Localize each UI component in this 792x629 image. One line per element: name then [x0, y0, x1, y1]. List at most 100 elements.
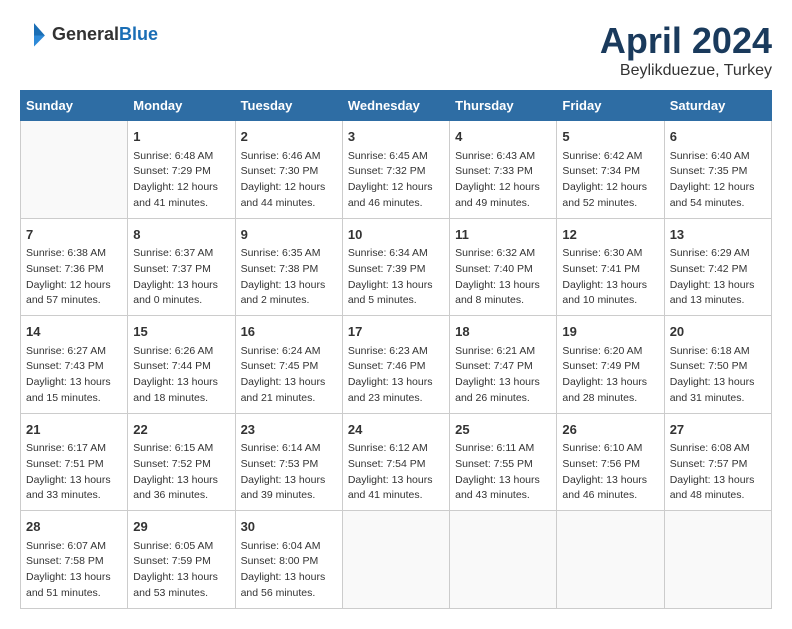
day-number: 10: [348, 225, 444, 245]
calendar-cell: 28Sunrise: 6:07 AM Sunset: 7:58 PM Dayli…: [21, 511, 128, 609]
calendar-cell: [450, 511, 557, 609]
calendar-cell: 10Sunrise: 6:34 AM Sunset: 7:39 PM Dayli…: [342, 218, 449, 316]
day-number: 4: [455, 127, 551, 147]
day-info: Sunrise: 6:04 AM Sunset: 8:00 PM Dayligh…: [241, 539, 337, 602]
calendar-cell: 12Sunrise: 6:30 AM Sunset: 7:41 PM Dayli…: [557, 218, 664, 316]
day-number: 8: [133, 225, 229, 245]
day-number: 13: [670, 225, 766, 245]
header-row: SundayMondayTuesdayWednesdayThursdayFrid…: [21, 91, 772, 121]
calendar-cell: 3Sunrise: 6:45 AM Sunset: 7:32 PM Daylig…: [342, 121, 449, 219]
day-number: 3: [348, 127, 444, 147]
day-number: 18: [455, 322, 551, 342]
calendar-header: SundayMondayTuesdayWednesdayThursdayFrid…: [21, 91, 772, 121]
day-info: Sunrise: 6:38 AM Sunset: 7:36 PM Dayligh…: [26, 246, 122, 309]
day-number: 9: [241, 225, 337, 245]
day-number: 20: [670, 322, 766, 342]
day-number: 12: [562, 225, 658, 245]
day-number: 2: [241, 127, 337, 147]
day-info: Sunrise: 6:30 AM Sunset: 7:41 PM Dayligh…: [562, 246, 658, 309]
day-number: 1: [133, 127, 229, 147]
day-info: Sunrise: 6:23 AM Sunset: 7:46 PM Dayligh…: [348, 344, 444, 407]
day-number: 14: [26, 322, 122, 342]
column-header-tuesday: Tuesday: [235, 91, 342, 121]
calendar-cell: [21, 121, 128, 219]
logo-blue-text: Blue: [119, 24, 158, 44]
calendar-cell: 29Sunrise: 6:05 AM Sunset: 7:59 PM Dayli…: [128, 511, 235, 609]
week-row-5: 28Sunrise: 6:07 AM Sunset: 7:58 PM Dayli…: [21, 511, 772, 609]
day-info: Sunrise: 6:14 AM Sunset: 7:53 PM Dayligh…: [241, 441, 337, 504]
week-row-3: 14Sunrise: 6:27 AM Sunset: 7:43 PM Dayli…: [21, 316, 772, 414]
day-number: 21: [26, 420, 122, 440]
calendar-cell: 14Sunrise: 6:27 AM Sunset: 7:43 PM Dayli…: [21, 316, 128, 414]
calendar-cell: 21Sunrise: 6:17 AM Sunset: 7:51 PM Dayli…: [21, 413, 128, 511]
day-number: 30: [241, 517, 337, 537]
day-info: Sunrise: 6:43 AM Sunset: 7:33 PM Dayligh…: [455, 149, 551, 212]
day-info: Sunrise: 6:32 AM Sunset: 7:40 PM Dayligh…: [455, 246, 551, 309]
day-number: 19: [562, 322, 658, 342]
week-row-4: 21Sunrise: 6:17 AM Sunset: 7:51 PM Dayli…: [21, 413, 772, 511]
calendar-cell: 1Sunrise: 6:48 AM Sunset: 7:29 PM Daylig…: [128, 121, 235, 219]
day-number: 28: [26, 517, 122, 537]
calendar-cell: 22Sunrise: 6:15 AM Sunset: 7:52 PM Dayli…: [128, 413, 235, 511]
calendar-subtitle: Beylikduezue, Turkey: [600, 62, 772, 80]
day-info: Sunrise: 6:26 AM Sunset: 7:44 PM Dayligh…: [133, 344, 229, 407]
calendar-cell: 23Sunrise: 6:14 AM Sunset: 7:53 PM Dayli…: [235, 413, 342, 511]
day-info: Sunrise: 6:08 AM Sunset: 7:57 PM Dayligh…: [670, 441, 766, 504]
day-number: 5: [562, 127, 658, 147]
day-info: Sunrise: 6:21 AM Sunset: 7:47 PM Dayligh…: [455, 344, 551, 407]
calendar-body: 1Sunrise: 6:48 AM Sunset: 7:29 PM Daylig…: [21, 121, 772, 609]
day-number: 27: [670, 420, 766, 440]
column-header-sunday: Sunday: [21, 91, 128, 121]
day-info: Sunrise: 6:18 AM Sunset: 7:50 PM Dayligh…: [670, 344, 766, 407]
calendar-cell: [342, 511, 449, 609]
calendar-cell: 13Sunrise: 6:29 AM Sunset: 7:42 PM Dayli…: [664, 218, 771, 316]
day-info: Sunrise: 6:10 AM Sunset: 7:56 PM Dayligh…: [562, 441, 658, 504]
day-info: Sunrise: 6:24 AM Sunset: 7:45 PM Dayligh…: [241, 344, 337, 407]
day-info: Sunrise: 6:37 AM Sunset: 7:37 PM Dayligh…: [133, 246, 229, 309]
title-area: April 2024 Beylikduezue, Turkey: [600, 20, 772, 80]
day-number: 22: [133, 420, 229, 440]
column-header-wednesday: Wednesday: [342, 91, 449, 121]
calendar-cell: 11Sunrise: 6:32 AM Sunset: 7:40 PM Dayli…: [450, 218, 557, 316]
calendar-cell: 2Sunrise: 6:46 AM Sunset: 7:30 PM Daylig…: [235, 121, 342, 219]
week-row-1: 1Sunrise: 6:48 AM Sunset: 7:29 PM Daylig…: [21, 121, 772, 219]
header: GeneralBlue April 2024 Beylikduezue, Tur…: [20, 20, 772, 80]
day-info: Sunrise: 6:42 AM Sunset: 7:34 PM Dayligh…: [562, 149, 658, 212]
day-number: 6: [670, 127, 766, 147]
column-header-monday: Monday: [128, 91, 235, 121]
calendar-cell: 6Sunrise: 6:40 AM Sunset: 7:35 PM Daylig…: [664, 121, 771, 219]
day-number: 23: [241, 420, 337, 440]
day-info: Sunrise: 6:40 AM Sunset: 7:35 PM Dayligh…: [670, 149, 766, 212]
calendar-table: SundayMondayTuesdayWednesdayThursdayFrid…: [20, 90, 772, 609]
calendar-cell: 8Sunrise: 6:37 AM Sunset: 7:37 PM Daylig…: [128, 218, 235, 316]
day-info: Sunrise: 6:12 AM Sunset: 7:54 PM Dayligh…: [348, 441, 444, 504]
calendar-title: April 2024: [600, 20, 772, 62]
day-info: Sunrise: 6:34 AM Sunset: 7:39 PM Dayligh…: [348, 246, 444, 309]
calendar-cell: 18Sunrise: 6:21 AM Sunset: 7:47 PM Dayli…: [450, 316, 557, 414]
day-number: 26: [562, 420, 658, 440]
day-info: Sunrise: 6:35 AM Sunset: 7:38 PM Dayligh…: [241, 246, 337, 309]
day-number: 25: [455, 420, 551, 440]
column-header-friday: Friday: [557, 91, 664, 121]
day-info: Sunrise: 6:11 AM Sunset: 7:55 PM Dayligh…: [455, 441, 551, 504]
day-number: 11: [455, 225, 551, 245]
calendar-cell: 26Sunrise: 6:10 AM Sunset: 7:56 PM Dayli…: [557, 413, 664, 511]
calendar-cell: 17Sunrise: 6:23 AM Sunset: 7:46 PM Dayli…: [342, 316, 449, 414]
day-number: 16: [241, 322, 337, 342]
calendar-cell: 20Sunrise: 6:18 AM Sunset: 7:50 PM Dayli…: [664, 316, 771, 414]
calendar-cell: 24Sunrise: 6:12 AM Sunset: 7:54 PM Dayli…: [342, 413, 449, 511]
day-info: Sunrise: 6:29 AM Sunset: 7:42 PM Dayligh…: [670, 246, 766, 309]
calendar-cell: 15Sunrise: 6:26 AM Sunset: 7:44 PM Dayli…: [128, 316, 235, 414]
logo-general-text: General: [52, 24, 119, 44]
calendar-cell: [664, 511, 771, 609]
calendar-cell: 16Sunrise: 6:24 AM Sunset: 7:45 PM Dayli…: [235, 316, 342, 414]
week-row-2: 7Sunrise: 6:38 AM Sunset: 7:36 PM Daylig…: [21, 218, 772, 316]
column-header-saturday: Saturday: [664, 91, 771, 121]
day-info: Sunrise: 6:05 AM Sunset: 7:59 PM Dayligh…: [133, 539, 229, 602]
column-header-thursday: Thursday: [450, 91, 557, 121]
day-info: Sunrise: 6:48 AM Sunset: 7:29 PM Dayligh…: [133, 149, 229, 212]
day-number: 29: [133, 517, 229, 537]
calendar-cell: 9Sunrise: 6:35 AM Sunset: 7:38 PM Daylig…: [235, 218, 342, 316]
day-info: Sunrise: 6:07 AM Sunset: 7:58 PM Dayligh…: [26, 539, 122, 602]
calendar-cell: 19Sunrise: 6:20 AM Sunset: 7:49 PM Dayli…: [557, 316, 664, 414]
